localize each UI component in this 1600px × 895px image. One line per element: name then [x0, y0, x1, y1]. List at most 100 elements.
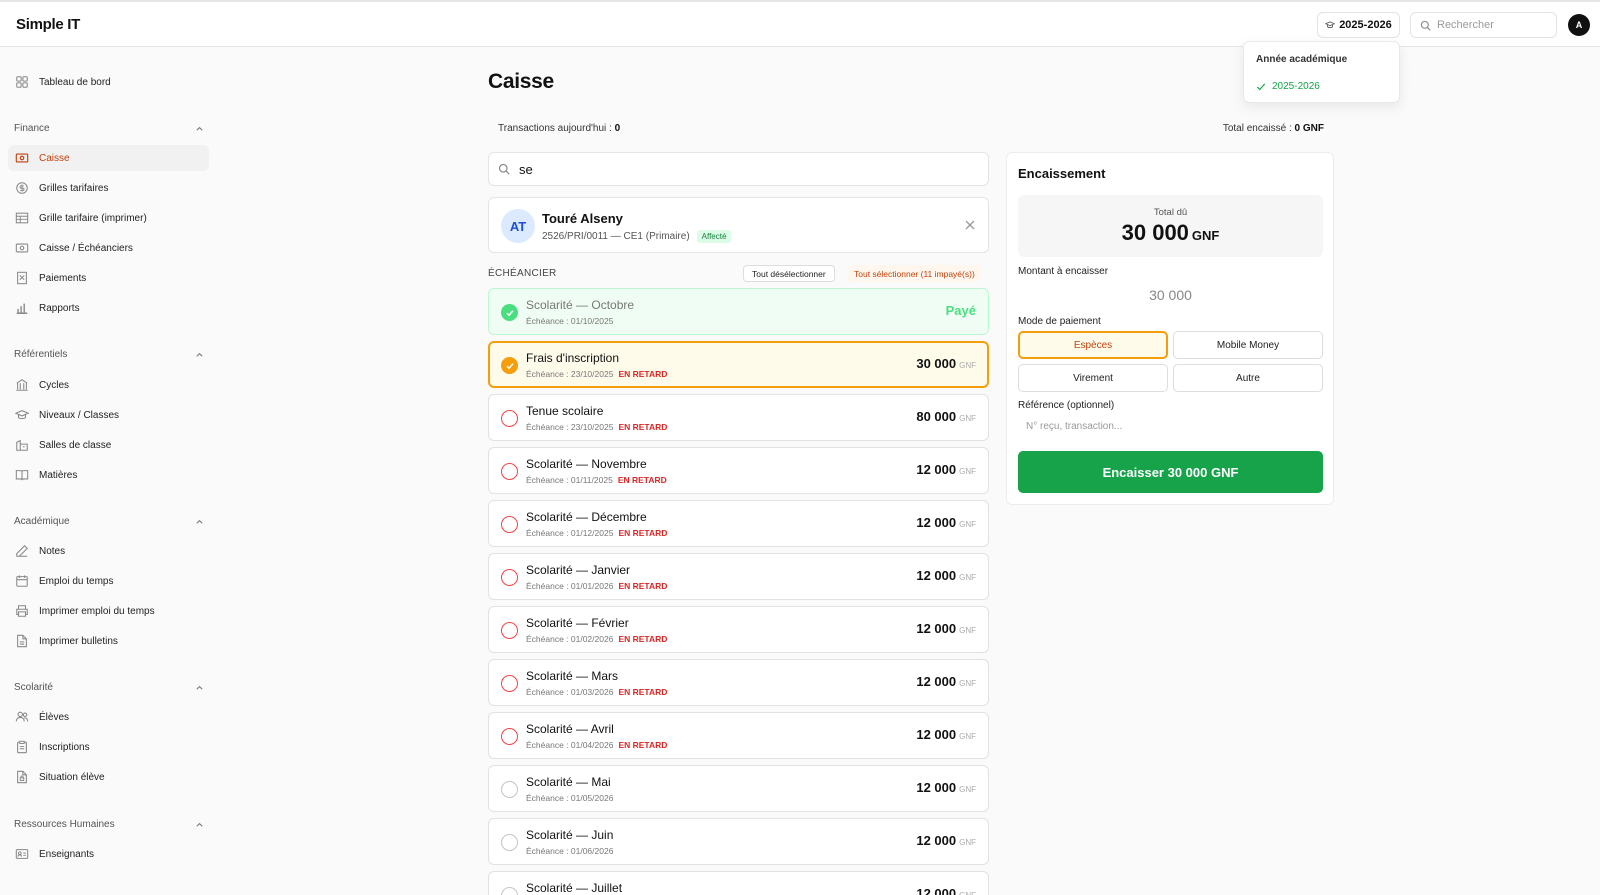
- schedule-row[interactable]: Scolarité — Décembre Échéance : 01/12/202…: [488, 500, 989, 547]
- schedule-row[interactable]: Scolarité — Janvier Échéance : 01/01/2026…: [488, 553, 989, 600]
- sidebar-item-caisse[interactable]: Caisse: [8, 145, 209, 171]
- chevron-up-icon: [196, 519, 203, 524]
- amount-input[interactable]: 30 000: [1018, 287, 1323, 303]
- unchecked-circle-icon[interactable]: [501, 781, 518, 798]
- dashboard-icon: [16, 76, 28, 88]
- amount-currency: GNF: [959, 838, 976, 847]
- schedule-row[interactable]: Scolarité — Avril Échéance : 01/04/2026 EN…: [488, 712, 989, 759]
- schedule-row[interactable]: Scolarité — Février Échéance : 01/02/2026…: [488, 606, 989, 653]
- sidebar-item-grilles-tarifaires[interactable]: Grilles tarifaires: [8, 175, 209, 201]
- close-icon[interactable]: [964, 219, 976, 231]
- chevron-up-icon: [196, 685, 203, 690]
- unchecked-circle-icon[interactable]: [501, 569, 518, 586]
- schedule-row[interactable]: Scolarité — Novembre Échéance : 01/11/202…: [488, 447, 989, 494]
- amount-currency: GNF: [959, 467, 976, 476]
- amount-value: 12 000: [916, 727, 957, 742]
- banknote-icon: [15, 243, 29, 253]
- payment-mode-label: Mode de paiement: [1018, 316, 1101, 327]
- sidebar-item-situation-eleve[interactable]: Situation élève: [8, 764, 209, 790]
- unchecked-circle-icon[interactable]: [501, 622, 518, 639]
- amount-currency: GNF: [959, 414, 976, 423]
- sidebar-item-label: Élèves: [39, 711, 70, 723]
- chevron-up-icon: [196, 126, 203, 131]
- search-icon: [1420, 20, 1431, 31]
- schedule-row[interactable]: Scolarité — Mars Échéance : 01/03/2026 EN …: [488, 659, 989, 706]
- pencil-icon: [16, 545, 28, 557]
- sidebar-item-inscriptions[interactable]: Inscriptions: [8, 734, 209, 760]
- section-header-finance[interactable]: Finance: [14, 123, 204, 134]
- schedule-row[interactable]: Scolarité — Juillet 12 000GNF: [488, 871, 989, 895]
- file-lock-icon: [17, 770, 27, 784]
- select-all-unpaid-button[interactable]: Tout sélectionner (11 impayé(s)): [848, 265, 981, 282]
- sidebar-item-eleves[interactable]: Élèves: [8, 704, 209, 730]
- check-icon: [1256, 83, 1266, 90]
- reference-input[interactable]: N° reçu, transaction...: [1018, 415, 1323, 437]
- amount-value: 12 000: [916, 780, 957, 795]
- unchecked-circle-icon[interactable]: [501, 675, 518, 692]
- payment-mode-mobile-money[interactable]: Mobile Money: [1173, 331, 1323, 359]
- unchecked-circle-icon[interactable]: [501, 410, 518, 427]
- check-circle-icon[interactable]: [501, 357, 518, 374]
- sidebar-item-notes[interactable]: Notes: [8, 538, 209, 564]
- sidebar-item-cycles[interactable]: Cycles: [8, 372, 209, 398]
- schedule-row[interactable]: Scolarité — Juin Échéance : 01/06/2026 12 …: [488, 818, 989, 865]
- academic-year-button[interactable]: 2025-2026: [1317, 12, 1400, 38]
- total-collected-value: 0 GNF: [1294, 123, 1324, 134]
- late-badge: EN RETARD: [617, 475, 667, 485]
- sidebar-item-imprimer-bulletins[interactable]: Imprimer bulletins: [8, 628, 209, 654]
- global-search-placeholder: Rechercher: [1437, 19, 1494, 31]
- dollar-circle-icon: [16, 182, 28, 194]
- due-date: Échéance : 01/06/2026: [526, 846, 614, 856]
- brand-logo[interactable]: Simple IT: [16, 16, 80, 33]
- payment-mode-autre[interactable]: Autre: [1173, 364, 1323, 392]
- printer-icon: [16, 605, 28, 617]
- unchecked-circle-icon[interactable]: [501, 516, 518, 533]
- section-header-scolarite[interactable]: Scolarité: [14, 682, 204, 693]
- schedule-row-amount: 80 000 GNF: [916, 409, 976, 424]
- unchecked-circle-icon[interactable]: [501, 834, 518, 851]
- student-search-input[interactable]: se: [488, 152, 989, 186]
- sidebar-item-label: Matières: [39, 469, 78, 481]
- global-search-input[interactable]: Rechercher: [1410, 12, 1557, 38]
- sidebar-item-grille-imprimer[interactable]: Grille tarifaire (imprimer): [8, 205, 209, 231]
- user-avatar[interactable]: A: [1568, 14, 1590, 36]
- schedule-row[interactable]: Tenue scolaire Échéance : 23/10/2025 EN RE…: [488, 394, 989, 441]
- due-date: Échéance : 01/05/2026: [526, 793, 614, 803]
- payment-mode-especes[interactable]: Espèces: [1018, 331, 1168, 359]
- sidebar-item-caisse-echeanciers[interactable]: Caisse / Échéanciers: [8, 235, 209, 261]
- late-badge: EN RETARD: [618, 369, 668, 379]
- dropdown-option-2025-2026[interactable]: 2025-2026: [1256, 81, 1320, 92]
- unchecked-circle-icon[interactable]: [501, 728, 518, 745]
- sidebar-item-label: Imprimer emploi du temps: [39, 605, 155, 617]
- deselect-all-button[interactable]: Tout désélectionner: [743, 265, 835, 282]
- total-due-label: Total dû: [1153, 207, 1188, 218]
- sidebar-item-imprimer-emploi[interactable]: Imprimer emploi du temps: [8, 598, 209, 624]
- sidebar-item-niveaux-classes[interactable]: Niveaux / Classes: [8, 402, 209, 428]
- collect-payment-button[interactable]: Encaisser 30 000 GNF: [1018, 451, 1323, 493]
- sidebar-item-enseignants[interactable]: Enseignants: [8, 841, 209, 867]
- schedule-row-due: Échéance : 01/11/2025 EN RETARD: [526, 475, 667, 485]
- schedule-row[interactable]: Scolarité — Octobre Échéance : 01/10/2025…: [488, 288, 989, 335]
- sidebar-item-dashboard[interactable]: Tableau de bord: [8, 69, 209, 95]
- check-circle-icon[interactable]: [501, 304, 518, 321]
- sidebar-item-rapports[interactable]: Rapports: [8, 295, 209, 321]
- sidebar-item-paiements[interactable]: Paiements: [8, 265, 209, 291]
- schedule-row[interactable]: Frais d'inscription Échéance : 23/10/2025…: [488, 341, 989, 388]
- payment-panel: Encaissement Total dû 30 000 GNF Montant …: [1006, 152, 1334, 505]
- sidebar-item-matieres[interactable]: Matières: [8, 462, 209, 488]
- section-header-academique[interactable]: Académique: [14, 516, 204, 527]
- schedule-row[interactable]: Scolarité — Mai Échéance : 01/05/2026 12 0…: [488, 765, 989, 812]
- sidebar-item-label: Cycles: [39, 379, 70, 391]
- section-title: Académique: [14, 516, 70, 527]
- sidebar-item-salles-de-classe[interactable]: Salles de classe: [8, 432, 209, 458]
- schedule-row-due: Échéance : 01/02/2026 EN RETARD: [526, 634, 667, 644]
- section-header-ressources-humaines[interactable]: Ressources Humaines: [14, 819, 204, 830]
- sidebar-item-emploi-du-temps[interactable]: Emploi du temps: [8, 568, 209, 594]
- due-date: Échéance : 23/10/2025: [526, 422, 614, 432]
- section-header-referentiels[interactable]: Référentiels: [14, 349, 204, 360]
- payment-mode-virement[interactable]: Virement: [1018, 364, 1168, 392]
- unchecked-circle-icon[interactable]: [501, 887, 518, 895]
- sidebar-item-label: Paiements: [39, 272, 87, 284]
- unchecked-circle-icon[interactable]: [501, 463, 518, 480]
- top-bar: Simple IT 2025-2026 Rechercher A: [0, 0, 1600, 47]
